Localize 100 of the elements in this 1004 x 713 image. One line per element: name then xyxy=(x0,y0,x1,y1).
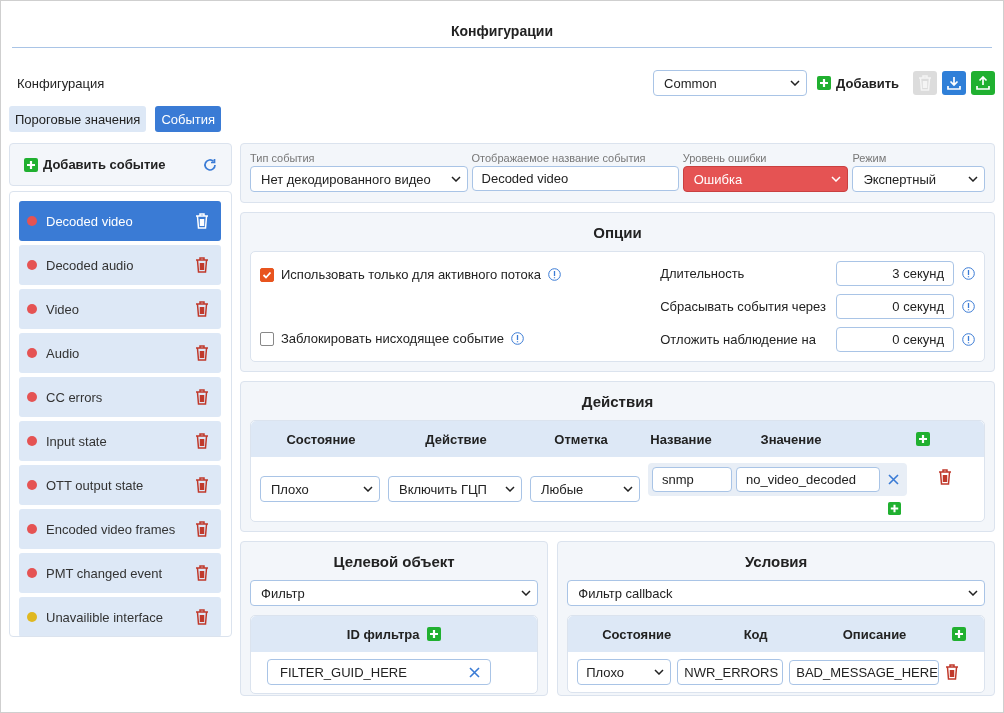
info-icon[interactable] xyxy=(548,268,561,281)
field-label: Отображаемое название события xyxy=(471,152,647,164)
tab[interactable]: Пороговые значения xyxy=(9,106,147,132)
field-label: Тип события xyxy=(250,152,316,164)
event-item[interactable]: Decoded audio xyxy=(19,245,221,285)
column-header: Действие xyxy=(424,431,488,447)
event-name: Input state xyxy=(46,433,108,449)
checkbox[interactable] xyxy=(260,267,274,282)
close-icon[interactable] xyxy=(469,666,480,678)
chevron-down-icon xyxy=(968,176,978,182)
event-item[interactable]: Video xyxy=(19,289,221,329)
plus-icon xyxy=(817,76,832,90)
event-name: Audio xyxy=(46,345,81,361)
event-item[interactable]: PMT changed event xyxy=(19,553,221,593)
duration-field[interactable]: 0 секунд xyxy=(836,294,954,319)
input-field[interactable]: Decoded video xyxy=(471,166,679,191)
add-button[interactable]: Добавить xyxy=(817,75,899,91)
event-item[interactable]: Audio xyxy=(19,333,221,373)
duration-label: Сбрасывать события через xyxy=(660,299,826,314)
close-icon[interactable] xyxy=(888,474,899,485)
column-header: Состояние xyxy=(601,626,673,642)
tab[interactable]: События xyxy=(155,106,222,132)
download-button[interactable] xyxy=(942,71,966,95)
input-field[interactable]: snmp xyxy=(652,467,732,492)
info-icon[interactable] xyxy=(962,300,975,313)
checkbox[interactable] xyxy=(260,331,274,346)
section-title: Действия xyxy=(581,393,654,410)
plus-icon xyxy=(427,627,442,641)
input-field[interactable]: no_video_decoded xyxy=(736,467,880,492)
event-name: CC errors xyxy=(46,389,104,405)
download-icon xyxy=(947,76,961,90)
column-header: Название xyxy=(649,431,713,447)
dropdown[interactable]: Плохо xyxy=(577,659,672,685)
trash-icon[interactable] xyxy=(195,257,209,273)
dropdown[interactable]: NWR_ERRORS xyxy=(677,659,784,685)
dropdown[interactable]: Фильтр xyxy=(250,580,539,606)
column-header: Значение xyxy=(759,431,823,447)
event-item[interactable]: Unavailible interface xyxy=(19,597,221,636)
chevron-down-icon xyxy=(654,669,665,675)
trash-icon[interactable] xyxy=(195,477,209,493)
upload-button[interactable] xyxy=(971,71,995,95)
duration-label: Отложить наблюдение на xyxy=(660,332,817,347)
trash-icon[interactable] xyxy=(195,389,209,405)
plus-icon xyxy=(888,502,901,515)
event-name: Video xyxy=(46,301,80,317)
refresh-icon[interactable] xyxy=(203,157,217,172)
event-name: Decoded audio xyxy=(46,257,135,273)
event-item[interactable]: Decoded video xyxy=(19,201,221,241)
trash-icon[interactable] xyxy=(195,565,209,581)
trash-icon[interactable] xyxy=(195,345,209,361)
event-item[interactable]: Encoded video frames xyxy=(19,509,221,549)
duration-field[interactable]: 3 секунд xyxy=(836,261,954,286)
dropdown[interactable]: Включить ГЦП xyxy=(388,476,522,502)
dropdown[interactable]: Фильтр callback xyxy=(567,580,985,606)
event-name: Unavailible interface xyxy=(46,609,165,625)
info-icon[interactable] xyxy=(962,267,975,280)
page-title: Конфигурации xyxy=(451,23,553,39)
duration-label: Длительность xyxy=(660,266,746,281)
event-name: PMT changed event xyxy=(46,565,164,581)
trash-icon[interactable] xyxy=(945,664,960,680)
input-field[interactable]: BAD_MESSAGE_HERE xyxy=(789,659,940,685)
trash-icon[interactable] xyxy=(195,301,209,317)
dropdown[interactable]: Ошибка xyxy=(682,166,849,192)
chevron-down-icon xyxy=(831,176,842,182)
field-label: Режим xyxy=(852,152,888,164)
dropdown[interactable]: Любые xyxy=(530,476,640,502)
column-header: Отметка xyxy=(553,431,609,447)
event-item[interactable]: Input state xyxy=(19,421,221,461)
dropdown[interactable]: Common xyxy=(653,70,808,96)
check-icon xyxy=(262,269,272,280)
trash-icon[interactable] xyxy=(938,469,952,485)
event-item[interactable]: CC errors xyxy=(19,377,221,417)
dropdown[interactable]: Плохо xyxy=(260,476,380,502)
plus-icon xyxy=(952,627,966,641)
config-label: Конфигурация xyxy=(17,75,106,91)
dropdown[interactable]: Нет декодированного видео xyxy=(250,166,468,192)
dropdown[interactable]: Экспертный xyxy=(852,166,985,192)
field-label: Уровень ошибки xyxy=(682,152,768,164)
column-header: Описание xyxy=(841,626,908,642)
section-title: Опции xyxy=(593,224,642,241)
upload-icon xyxy=(976,76,990,90)
column-header: ID фильтра xyxy=(346,626,420,642)
chevron-down-icon xyxy=(968,590,978,596)
event-item[interactable]: OTT output state xyxy=(19,465,221,505)
trash-icon[interactable] xyxy=(195,521,209,537)
trash-icon[interactable] xyxy=(195,433,209,449)
checkbox-label: Заблокировать нисходящее событие xyxy=(281,331,504,346)
section-title: Условия xyxy=(744,553,808,570)
info-icon[interactable] xyxy=(510,332,524,345)
column-header: Код xyxy=(742,626,769,642)
checkbox-label: Использовать только для активного потока xyxy=(281,267,541,282)
chevron-down-icon xyxy=(363,486,373,492)
duration-field[interactable]: 0 секунд xyxy=(836,327,954,352)
input-field[interactable]: FILTER_GUID_HERE xyxy=(267,659,491,685)
chevron-down-icon xyxy=(521,590,532,596)
chevron-down-icon xyxy=(505,486,515,492)
add-event-button[interactable]: Добавить событие xyxy=(24,157,166,172)
trash-icon[interactable] xyxy=(195,609,209,625)
info-icon[interactable] xyxy=(962,333,975,346)
chevron-down-icon xyxy=(450,176,461,182)
